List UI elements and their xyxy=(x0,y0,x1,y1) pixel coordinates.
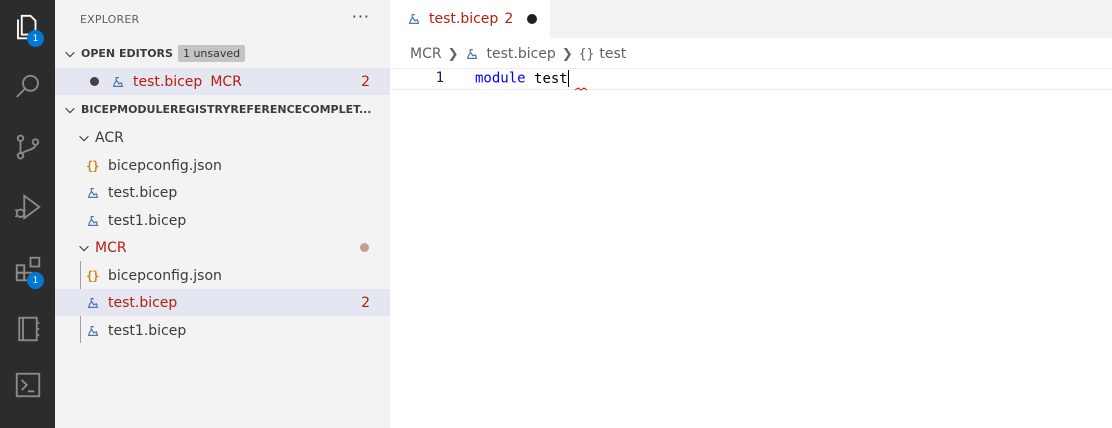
search-icon xyxy=(15,74,39,98)
folder-label: ACR xyxy=(95,129,124,146)
symbol-icon: {} xyxy=(578,46,595,62)
code-line[interactable]: 1 module test xyxy=(390,68,1112,91)
breadcrumb: MCR ❯ test.bicep ❯ {} test xyxy=(410,44,626,64)
open-editor-name: test.bicep xyxy=(133,73,203,90)
file-item-selected[interactable]: test.bicep 2 xyxy=(55,289,390,316)
error-squiggle-icon xyxy=(575,87,587,91)
breadcrumb-symbol[interactable]: test xyxy=(599,46,626,62)
tab-test-bicep[interactable]: test.bicep 2 xyxy=(390,0,550,38)
json-file-icon: {} xyxy=(86,158,99,173)
file-item[interactable]: test1.bicep xyxy=(55,317,390,344)
file-name: bicepconfig.json xyxy=(108,157,222,174)
file-name: test.bicep xyxy=(108,294,178,311)
chevron-down-icon xyxy=(63,47,77,61)
explorer-title: EXPLORER xyxy=(80,12,140,26)
bicep-file-icon xyxy=(86,324,100,338)
file-name: test1.bicep xyxy=(108,212,187,229)
file-item[interactable]: {} bicepconfig.json xyxy=(55,262,390,289)
file-name: test.bicep xyxy=(108,184,178,201)
problem-count: 2 xyxy=(361,73,370,90)
bicep-file-icon xyxy=(86,296,100,310)
source-control-icon xyxy=(16,134,39,160)
bicep-file-icon xyxy=(86,186,100,200)
workspace-label: BICEPMODULEREGISTRYREFERENCECOMPLET... xyxy=(81,103,372,116)
terminal-activity-button[interactable] xyxy=(0,360,55,410)
bicep-file-icon xyxy=(86,214,100,228)
explorer-badge: 1 xyxy=(27,30,44,47)
extensions-badge: 1 xyxy=(27,272,44,289)
unsaved-badge: 1 unsaved xyxy=(177,45,246,62)
explorer-activity-button[interactable]: 1 xyxy=(0,2,55,52)
notebook-icon xyxy=(17,316,39,342)
folder-label: MCR xyxy=(95,239,127,256)
file-name: test1.bicep xyxy=(108,322,187,339)
identifier: test xyxy=(534,70,568,87)
notebook-activity-button[interactable] xyxy=(0,304,55,354)
unsaved-dot-icon[interactable] xyxy=(90,77,99,86)
file-item[interactable]: test1.bicep xyxy=(55,207,390,234)
explorer-sidebar: EXPLORER ··· OPEN EDITORS 1 unsaved test… xyxy=(55,0,390,428)
tab-label: test.bicep xyxy=(429,11,499,27)
run-debug-activity-button[interactable] xyxy=(0,182,55,232)
search-activity-button[interactable] xyxy=(0,62,55,112)
tab-bar: test.bicep 2 xyxy=(390,0,1112,38)
bicep-file-icon xyxy=(465,47,479,61)
modified-dot-icon xyxy=(360,243,369,252)
problem-count: 2 xyxy=(361,294,370,311)
chevron-down-icon xyxy=(63,103,77,117)
file-item[interactable]: {} bicepconfig.json xyxy=(55,152,390,179)
bicep-file-icon xyxy=(407,12,421,26)
keyword: module xyxy=(475,70,526,87)
terminal-icon xyxy=(15,372,40,398)
code-text[interactable]: module test xyxy=(475,70,587,119)
open-editors-label: OPEN EDITORS xyxy=(81,47,173,60)
source-control-activity-button[interactable] xyxy=(0,122,55,172)
line-number: 1 xyxy=(435,70,444,86)
chevron-right-icon: ❯ xyxy=(561,46,573,62)
breadcrumb-file[interactable]: test.bicep xyxy=(487,46,556,62)
activity-bar: 1 1 xyxy=(0,0,55,428)
bicep-file-icon xyxy=(111,75,125,89)
folder-acr[interactable]: ACR xyxy=(55,124,390,151)
chevron-down-icon xyxy=(77,241,91,255)
run-debug-icon xyxy=(14,193,41,221)
extensions-activity-button[interactable]: 1 xyxy=(0,244,55,294)
open-editor-item[interactable]: test.bicep MCR 2 xyxy=(55,68,390,95)
folder-mcr[interactable]: MCR xyxy=(55,234,390,261)
json-file-icon: {} xyxy=(86,268,99,283)
open-editors-section[interactable]: OPEN EDITORS 1 unsaved xyxy=(55,40,390,67)
chevron-down-icon xyxy=(77,131,91,145)
more-actions-button[interactable]: ··· xyxy=(352,7,370,26)
open-editor-folder: MCR xyxy=(210,73,242,90)
breadcrumb-folder[interactable]: MCR xyxy=(410,46,442,62)
chevron-right-icon: ❯ xyxy=(447,46,459,62)
workspace-section[interactable]: BICEPMODULEREGISTRYREFERENCECOMPLET... xyxy=(55,96,390,123)
unsaved-dot-icon[interactable] xyxy=(527,14,538,24)
file-name: bicepconfig.json xyxy=(108,267,222,284)
file-item[interactable]: test.bicep xyxy=(55,179,390,206)
tab-problem-count: 2 xyxy=(504,11,514,27)
editor-area: test.bicep 2 MCR ❯ test.bicep ❯ {} test … xyxy=(390,0,1112,428)
